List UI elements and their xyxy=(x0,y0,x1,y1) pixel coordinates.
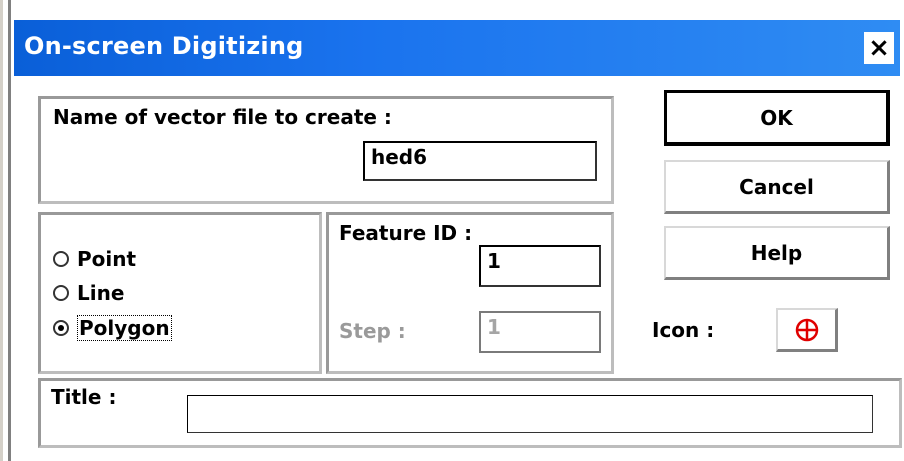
window-edge xyxy=(0,0,3,461)
feature-id-group: Feature ID : 1 Step : 1 xyxy=(326,212,614,374)
file-name-label: Name of vector file to create : xyxy=(53,105,392,129)
file-name-input[interactable]: hed6 xyxy=(363,141,597,181)
title-input[interactable] xyxy=(187,395,873,433)
dialog-body: Name of vector file to create : hed6 Poi… xyxy=(14,76,902,461)
feature-id-label: Feature ID : xyxy=(339,221,473,245)
close-button[interactable]: × xyxy=(864,32,894,64)
title-label: Title : xyxy=(51,385,117,409)
radio-point-label: Point xyxy=(77,247,137,271)
feature-type-group: Point Line Polygon xyxy=(38,212,322,374)
step-label: Step : xyxy=(339,319,406,343)
radio-polygon-button[interactable] xyxy=(53,320,69,336)
title-group: Title : xyxy=(38,378,902,448)
radio-point-button[interactable] xyxy=(53,251,69,267)
close-icon: × xyxy=(868,33,890,63)
step-input: 1 xyxy=(479,311,601,353)
radio-polygon-label: Polygon xyxy=(77,315,172,341)
radio-line[interactable]: Line xyxy=(53,281,124,305)
radio-line-button[interactable] xyxy=(53,285,69,301)
icon-button[interactable] xyxy=(776,308,838,352)
help-button[interactable]: Help xyxy=(664,226,890,280)
radio-point[interactable]: Point xyxy=(53,247,136,271)
title-bar[interactable]: On-screen Digitizing × xyxy=(14,20,900,76)
window-title: On-screen Digitizing xyxy=(24,32,304,60)
window-edge-shadow xyxy=(8,0,11,461)
radio-polygon[interactable]: Polygon xyxy=(53,315,172,341)
icon-label: Icon : xyxy=(652,318,715,342)
radio-line-label: Line xyxy=(77,281,125,305)
cancel-button[interactable]: Cancel xyxy=(664,160,890,214)
feature-id-input[interactable]: 1 xyxy=(479,245,601,287)
file-name-group: Name of vector file to create : hed6 xyxy=(38,96,614,204)
crosshair-circle-icon xyxy=(795,318,818,341)
ok-button[interactable]: OK xyxy=(664,90,890,146)
